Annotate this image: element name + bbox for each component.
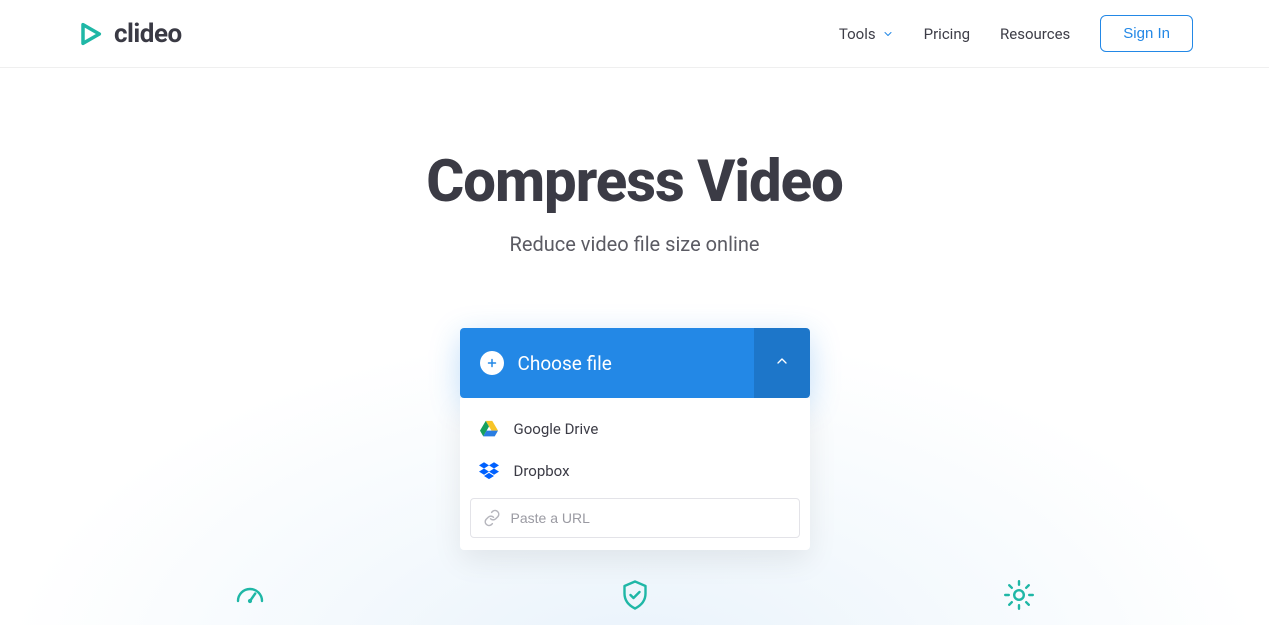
signin-button[interactable]: Sign In — [1100, 15, 1193, 52]
gear-icon — [999, 575, 1039, 615]
choose-file-button[interactable]: Choose file — [460, 328, 754, 398]
brand-name: clideo — [114, 19, 182, 49]
paste-url-input[interactable] — [511, 510, 787, 526]
upload-source-toggle[interactable] — [754, 328, 810, 398]
nav-resources[interactable]: Resources — [1000, 25, 1070, 43]
source-google-drive-label: Google Drive — [514, 420, 599, 438]
page-subtitle: Reduce video file size online — [0, 232, 1269, 256]
source-google-drive[interactable]: Google Drive — [470, 408, 800, 450]
dropbox-icon — [478, 462, 500, 480]
header: clideo Tools Pricing Resources Sign In — [0, 0, 1269, 68]
nav-pricing[interactable]: Pricing — [924, 25, 970, 43]
choose-file-row: Choose file — [460, 328, 810, 398]
hero-section: Compress Video Reduce video file size on… — [0, 68, 1269, 625]
brand-logo[interactable]: clideo — [76, 19, 182, 49]
main-nav: Tools Pricing Resources Sign In — [839, 15, 1193, 52]
speedometer-icon — [230, 575, 270, 615]
upload-source-dropdown: Google Drive Dropbox — [460, 398, 810, 550]
link-icon — [483, 509, 501, 527]
source-dropbox[interactable]: Dropbox — [470, 450, 800, 492]
source-dropbox-label: Dropbox — [514, 462, 570, 480]
nav-pricing-label: Pricing — [924, 25, 970, 43]
feature-icons-row — [0, 575, 1269, 615]
play-logo-icon — [76, 20, 104, 48]
nav-resources-label: Resources — [1000, 25, 1070, 43]
shield-check-icon — [615, 575, 655, 615]
chevron-up-icon — [774, 353, 790, 373]
choose-file-label: Choose file — [518, 352, 612, 375]
chevron-down-icon — [882, 28, 894, 40]
page-title: Compress Video — [0, 148, 1269, 216]
upload-widget: Choose file Google Drive — [460, 328, 810, 550]
paste-url-row — [470, 498, 800, 538]
nav-tools-label: Tools — [839, 25, 876, 43]
plus-icon — [480, 351, 504, 375]
google-drive-icon — [478, 420, 500, 438]
nav-tools[interactable]: Tools — [839, 25, 894, 43]
